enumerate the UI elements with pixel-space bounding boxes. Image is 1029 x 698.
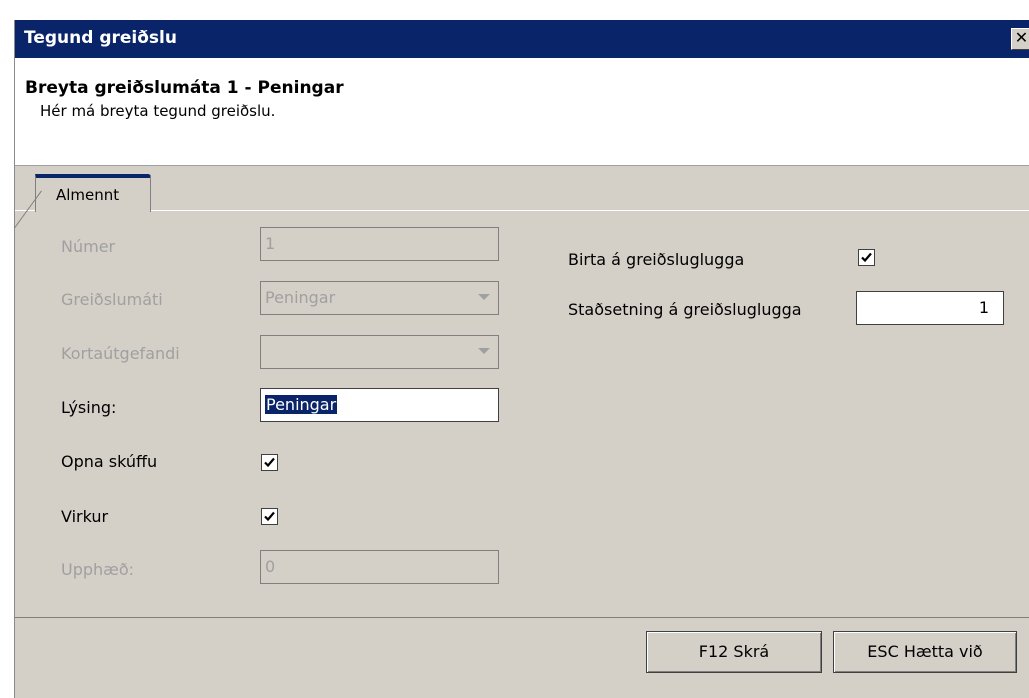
checkmark-icon	[264, 511, 275, 522]
cancel-button[interactable]: ESC Hætta við	[833, 631, 1017, 673]
upphaed-field: 0	[260, 550, 499, 584]
chevron-down-icon	[478, 348, 490, 354]
lysing-input[interactable]: Peningar	[260, 388, 499, 422]
chevron-down-icon	[478, 294, 490, 300]
save-button[interactable]: F12 Skrá	[646, 631, 822, 673]
lysing-value: Peningar	[265, 395, 338, 414]
opna-skuffu-label: Opna skúffu	[61, 452, 158, 471]
page-subtitle: Hér má breyta tegund greiðslu.	[40, 102, 276, 120]
checkmark-icon	[264, 457, 275, 468]
stadsetning-value: 1	[978, 298, 989, 317]
greidslumati-value: Peningar	[265, 288, 336, 307]
window-title: Tegund greiðslu	[24, 28, 177, 48]
greidslumati-select: Peningar	[260, 281, 499, 315]
lysing-label: Lýsing:	[61, 398, 117, 417]
button-bar: F12 Skrá ESC Hætta við	[15, 617, 1029, 698]
virkur-checkbox[interactable]	[261, 508, 278, 525]
close-icon: ✕	[1014, 28, 1029, 47]
upphaed-label: Upphæð:	[61, 560, 135, 579]
numer-label: Númer	[61, 237, 116, 256]
tab-strip: Almennt	[15, 166, 1029, 212]
virkur-label: Virkur	[61, 507, 109, 526]
checkmark-icon	[861, 252, 872, 263]
title-bar[interactable]: Tegund greiðslu ✕	[15, 20, 1029, 58]
tab-label: Almennt	[56, 186, 120, 204]
greidslumati-label: Greiðslumáti	[61, 290, 163, 309]
numer-field: 1	[260, 227, 499, 261]
page-title: Breyta greiðslumáta 1 - Peningar	[25, 78, 344, 98]
birta-label: Birta á greiðsluglugga	[568, 250, 745, 269]
dialog-header: Breyta greiðslumáta 1 - Peningar Hér má …	[15, 58, 1029, 166]
dialog-window: Tegund greiðslu ✕ Breyta greiðslumáta 1 …	[14, 20, 1029, 698]
stadsetning-label: Staðsetning á greiðsluglugga	[568, 300, 802, 319]
opna-skuffu-checkbox[interactable]	[261, 454, 278, 471]
tab-almennt[interactable]: Almennt	[35, 174, 151, 212]
upphaed-value: 0	[265, 557, 276, 576]
close-button[interactable]: ✕	[1011, 28, 1029, 50]
kortautgefandi-select	[260, 335, 499, 369]
kortautgefandi-label: Kortaútgefandi	[61, 344, 180, 363]
stadsetning-input[interactable]: 1	[856, 291, 1004, 325]
numer-value: 1	[265, 234, 276, 253]
birta-checkbox[interactable]	[858, 249, 875, 266]
